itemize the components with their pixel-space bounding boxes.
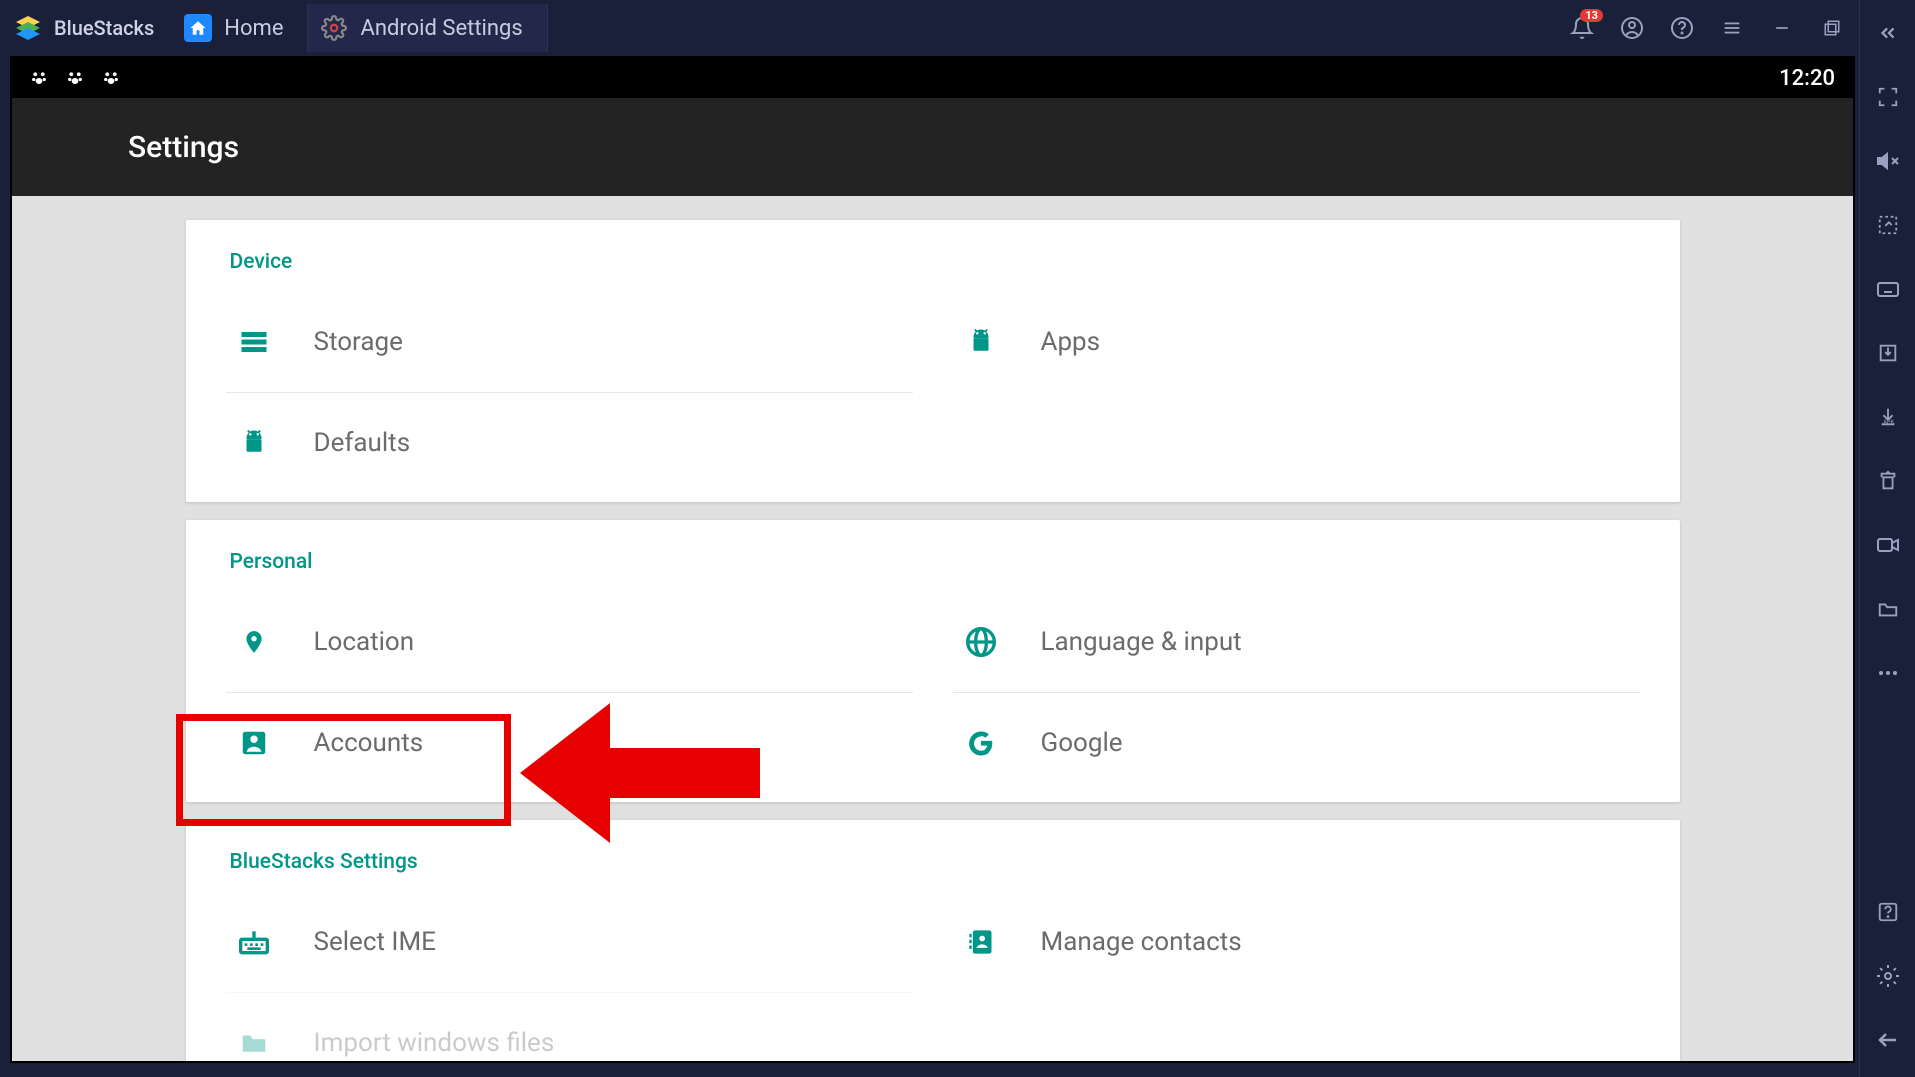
keyboard-button[interactable] (1871, 272, 1905, 306)
side-toolbar: APK (1859, 0, 1915, 1077)
section-title: Device (186, 220, 1680, 292)
notification-count-badge: 13 (1580, 9, 1603, 22)
row-label: Language & input (1041, 627, 1242, 657)
gear-icon (320, 14, 348, 42)
titlebar: BlueStacks Home Android Settings 13 (0, 0, 1915, 56)
row-label: Defaults (314, 428, 411, 458)
tab-home[interactable]: Home (172, 4, 308, 52)
settings-sidebar-button[interactable] (1871, 959, 1905, 993)
row-defaults[interactable]: Defaults (226, 392, 913, 492)
row-google[interactable]: Google (953, 692, 1640, 792)
account-icon (234, 723, 274, 763)
section-title: Personal (186, 520, 1680, 592)
collapse-sidebar-button[interactable] (1871, 16, 1905, 50)
paw-icon (102, 69, 120, 87)
contacts-icon (961, 922, 1001, 962)
account-button[interactable] (1617, 13, 1647, 43)
google-icon (961, 723, 1001, 763)
tab-label: Home (224, 16, 283, 41)
row-language-input[interactable]: Language & input (953, 592, 1640, 692)
row-label: Apps (1041, 327, 1101, 357)
android-statusbar: 12:20 (12, 58, 1853, 98)
location-icon (234, 622, 274, 662)
row-label: Accounts (314, 728, 424, 758)
folder-icon (234, 1023, 274, 1062)
row-storage[interactable]: Storage (226, 292, 913, 392)
row-manage-contacts[interactable]: Manage contacts (953, 892, 1640, 992)
install-apk-button[interactable] (1871, 336, 1905, 370)
download-apk-button[interactable]: APK (1871, 400, 1905, 434)
maximize-button[interactable] (1817, 13, 1847, 43)
app-name: BlueStacks (54, 16, 154, 40)
row-label: Import windows files (314, 1028, 555, 1058)
fullscreen-button[interactable] (1871, 80, 1905, 114)
storage-icon (234, 322, 274, 362)
back-sidebar-button[interactable] (1871, 1023, 1905, 1057)
row-label: Storage (314, 327, 403, 357)
row-label: Location (314, 627, 415, 657)
svg-text:APK: APK (1883, 419, 1894, 425)
paw-icon (30, 69, 48, 87)
folder-button[interactable] (1871, 592, 1905, 626)
android-icon (961, 322, 1001, 362)
record-button[interactable] (1871, 528, 1905, 562)
more-button[interactable] (1871, 656, 1905, 690)
settings-header: Settings (12, 98, 1853, 196)
section-personal: Personal Location Language & input (186, 520, 1680, 802)
help-sidebar-button[interactable] (1871, 895, 1905, 929)
bluestacks-logo-icon (10, 10, 46, 46)
row-import-windows-files[interactable]: Import windows files (226, 992, 913, 1061)
volume-mute-button[interactable] (1871, 144, 1905, 178)
row-apps[interactable]: Apps (953, 292, 1640, 392)
row-label: Select IME (314, 927, 436, 957)
help-button[interactable] (1667, 13, 1697, 43)
settings-title: Settings (128, 130, 239, 165)
minimize-button[interactable] (1767, 13, 1797, 43)
status-time: 12:20 (1779, 66, 1835, 91)
row-label: Manage contacts (1041, 927, 1242, 957)
row-location[interactable]: Location (226, 592, 913, 692)
row-accounts[interactable]: Accounts (226, 692, 913, 792)
home-icon (184, 14, 212, 42)
tab-label: Android Settings (360, 16, 522, 41)
row-select-ime[interactable]: Select IME (226, 892, 913, 992)
screenshot-select-button[interactable] (1871, 208, 1905, 242)
section-device: Device Storage Apps (186, 220, 1680, 502)
android-frame: 12:20 Settings Device Storage (10, 56, 1855, 1063)
section-bluestacks-settings: BlueStacks Settings Select IME Manage co… (186, 820, 1680, 1061)
keyboard-icon (234, 922, 274, 962)
tab-android-settings[interactable]: Android Settings (308, 4, 547, 52)
locate-button[interactable] (1871, 464, 1905, 498)
menu-button[interactable] (1717, 13, 1747, 43)
globe-icon (961, 622, 1001, 662)
paw-icon (66, 69, 84, 87)
settings-content[interactable]: Device Storage Apps (12, 196, 1853, 1061)
row-label: Google (1041, 728, 1123, 758)
statusbar-left-icons (30, 69, 120, 87)
notifications-button[interactable]: 13 (1567, 13, 1597, 43)
section-title: BlueStacks Settings (186, 820, 1680, 892)
android-icon (234, 423, 274, 463)
